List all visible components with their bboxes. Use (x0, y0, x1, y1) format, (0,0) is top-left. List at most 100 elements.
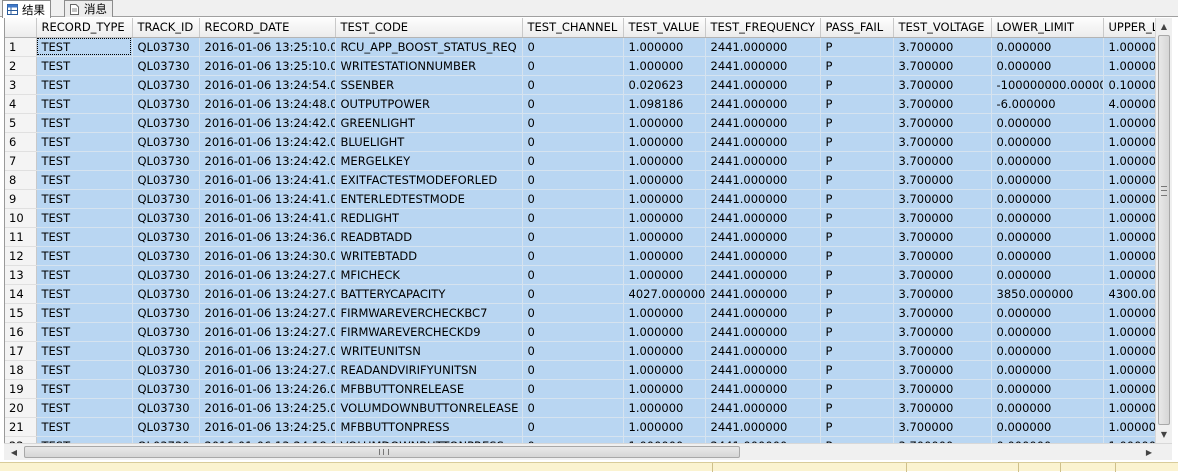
table-cell[interactable]: MFBBUTTONPRESS (335, 417, 523, 437)
table-cell[interactable]: TEST (36, 227, 133, 247)
table-cell[interactable]: 2016-01-06 13:24:48.000 (199, 94, 336, 114)
table-cell[interactable]: 2441.000000 (705, 417, 821, 437)
table-cell[interactable]: 3.700000 (893, 360, 992, 380)
table-cell[interactable]: 3.700000 (893, 94, 992, 114)
table-cell[interactable]: QL03730 (132, 56, 200, 76)
table-cell[interactable]: TEST (36, 37, 133, 57)
table-cell[interactable]: 1.000000 (623, 113, 706, 133)
table-cell[interactable]: 1.000000 (1103, 398, 1156, 418)
table-cell[interactable]: 1.000000 (1103, 436, 1156, 443)
table-cell[interactable]: EXITFACTESTMODEFORLED (335, 170, 523, 190)
table-cell[interactable]: 1.000000 (1103, 303, 1156, 323)
table-cell[interactable]: P (820, 284, 894, 304)
table-cell[interactable]: 2441.000000 (705, 322, 821, 342)
table-cell[interactable]: 2016-01-06 13:24:41.000 (199, 170, 336, 190)
table-cell[interactable]: 2016-01-06 13:24:41.000 (199, 208, 336, 228)
table-cell[interactable]: 2016-01-06 13:24:27.000 (199, 284, 336, 304)
table-cell[interactable]: 1.000000 (623, 208, 706, 228)
table-cell[interactable]: VOLUMDOWNBUTTONPRESS (335, 436, 523, 443)
table-cell[interactable]: 2441.000000 (705, 436, 821, 443)
table-cell[interactable]: P (820, 94, 894, 114)
table-cell[interactable]: P (820, 151, 894, 171)
table-cell[interactable]: 1.000000 (1103, 37, 1156, 57)
scroll-up-arrow-icon[interactable]: ▲ (1156, 18, 1172, 35)
table-cell[interactable]: 0.000000 (991, 303, 1104, 323)
row-number[interactable]: 20 (5, 398, 37, 418)
table-cell[interactable]: 0 (522, 284, 624, 304)
table-cell[interactable]: 0.000000 (991, 227, 1104, 247)
row-number[interactable]: 16 (5, 322, 37, 342)
table-cell[interactable]: 2441.000000 (705, 56, 821, 76)
table-cell[interactable]: 0.000000 (991, 417, 1104, 437)
table-cell[interactable]: 3.700000 (893, 56, 992, 76)
table-cell[interactable]: 1.000000 (623, 170, 706, 190)
table-cell[interactable]: 2441.000000 (705, 360, 821, 380)
table-cell[interactable]: 2441.000000 (705, 246, 821, 266)
table-cell[interactable]: 0 (522, 341, 624, 361)
table-cell[interactable]: 3.700000 (893, 303, 992, 323)
table-cell[interactable]: 0 (522, 75, 624, 95)
table-cell[interactable]: TEST (36, 360, 133, 380)
table-cell[interactable]: 0 (522, 56, 624, 76)
table-cell[interactable]: P (820, 208, 894, 228)
table-cell[interactable]: P (820, 227, 894, 247)
table-row[interactable]: 22TESTQL037302016-01-06 13:24:18.000VOLU… (5, 436, 1156, 443)
table-cell[interactable]: TEST (36, 94, 133, 114)
table-cell[interactable]: 0 (522, 322, 624, 342)
row-number[interactable]: 21 (5, 417, 37, 437)
table-cell[interactable]: 2016-01-06 13:24:25.000 (199, 398, 336, 418)
table-cell[interactable]: 2441.000000 (705, 75, 821, 95)
table-cell[interactable]: QL03730 (132, 246, 200, 266)
row-number[interactable]: 18 (5, 360, 37, 380)
table-cell[interactable]: 1.000000 (1103, 227, 1156, 247)
table-cell[interactable]: QL03730 (132, 151, 200, 171)
tab-results[interactable]: 结果 (2, 0, 51, 18)
table-cell[interactable]: 2016-01-06 13:24:27.000 (199, 322, 336, 342)
table-cell[interactable]: 4.000000 (1103, 94, 1156, 114)
row-number[interactable]: 12 (5, 246, 37, 266)
table-cell[interactable]: 3.700000 (893, 151, 992, 171)
table-row[interactable]: 19TESTQL037302016-01-06 13:24:26.000MFBB… (5, 379, 1156, 399)
table-cell[interactable]: 2441.000000 (705, 379, 821, 399)
table-cell[interactable]: 1.000000 (1103, 417, 1156, 437)
table-row[interactable]: 13TESTQL037302016-01-06 13:24:27.000MFIC… (5, 265, 1156, 285)
table-cell[interactable]: TEST (36, 322, 133, 342)
table-cell[interactable]: RCU_APP_BOOST_STATUS_REQ (335, 37, 523, 57)
row-number[interactable]: 10 (5, 208, 37, 228)
row-number[interactable]: 22 (5, 436, 37, 443)
table-cell[interactable]: 2441.000000 (705, 284, 821, 304)
table-cell[interactable]: 0.000000 (991, 56, 1104, 76)
table-cell[interactable]: 0.000000 (991, 113, 1104, 133)
table-cell[interactable]: QL03730 (132, 417, 200, 437)
table-cell[interactable]: SSENBER (335, 75, 523, 95)
table-cell[interactable]: 2016-01-06 13:24:25.000 (199, 417, 336, 437)
table-cell[interactable]: 3.700000 (893, 341, 992, 361)
table-cell[interactable]: 0.000000 (991, 37, 1104, 57)
table-cell[interactable]: READANDVIRIFYUNITSN (335, 360, 523, 380)
table-cell[interactable]: 0.000000 (991, 208, 1104, 228)
table-cell[interactable]: 3.700000 (893, 37, 992, 57)
table-cell[interactable]: QL03730 (132, 360, 200, 380)
row-number[interactable]: 4 (5, 94, 37, 114)
table-cell[interactable]: 3.700000 (893, 208, 992, 228)
table-cell[interactable]: TEST (36, 417, 133, 437)
table-cell[interactable]: 1.000000 (1103, 208, 1156, 228)
table-cell[interactable]: P (820, 113, 894, 133)
table-cell[interactable]: QL03730 (132, 379, 200, 399)
table-cell[interactable]: 1.000000 (1103, 113, 1156, 133)
table-cell[interactable]: 1.000000 (623, 303, 706, 323)
table-cell[interactable]: TEST (36, 265, 133, 285)
table-cell[interactable]: -100000000.000000 (991, 75, 1104, 95)
table-cell[interactable]: P (820, 56, 894, 76)
results-grid[interactable]: RECORD_TYPE TRACK_ID RECORD_DATE TEST_CODE T… (4, 18, 1156, 443)
column-header[interactable]: TRACK_ID (132, 18, 200, 38)
row-number[interactable]: 17 (5, 341, 37, 361)
row-number[interactable]: 8 (5, 170, 37, 190)
table-cell[interactable]: 3.700000 (893, 189, 992, 209)
table-cell[interactable]: 2016-01-06 13:24:27.000 (199, 341, 336, 361)
table-cell[interactable]: 1.000000 (1103, 379, 1156, 399)
table-cell[interactable]: QL03730 (132, 436, 200, 443)
table-cell[interactable]: 1.098186 (623, 94, 706, 114)
table-cell[interactable]: 3.700000 (893, 113, 992, 133)
table-cell[interactable]: MFICHECK (335, 265, 523, 285)
